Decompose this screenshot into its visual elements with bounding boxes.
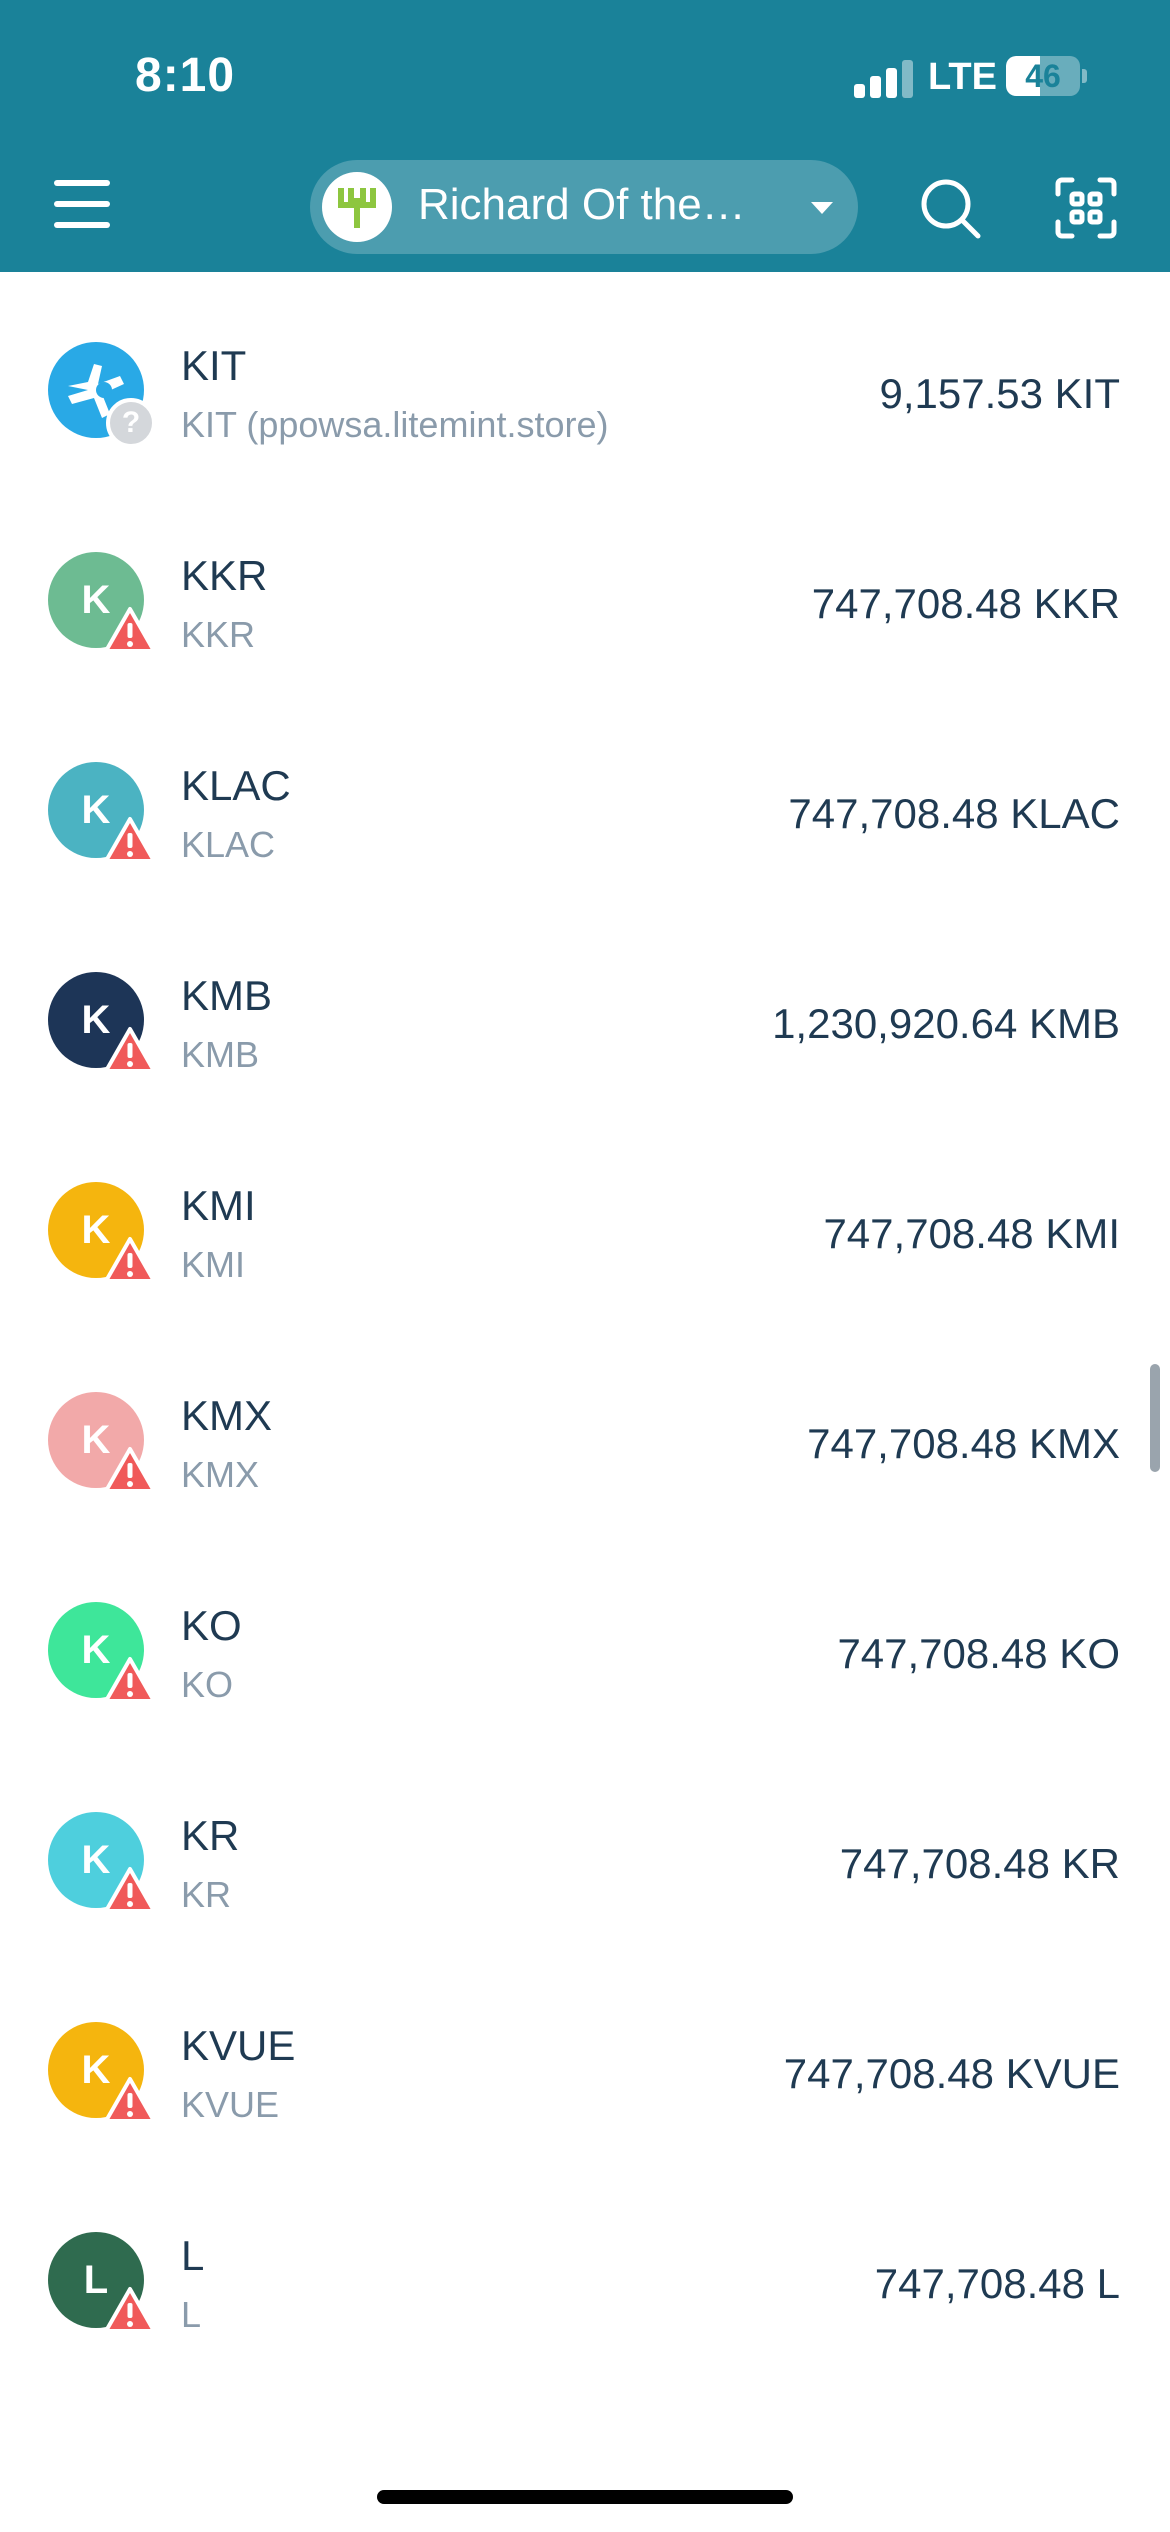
asset-balance: 1,230,920.64 KMB xyxy=(772,1000,1120,1047)
asset-balance: 747,708.48 KMI xyxy=(823,1210,1120,1257)
account-selector[interactable]: Richard Of the… xyxy=(310,160,858,254)
asset-row[interactable]: K KMX KMX 747,708.48 KMX xyxy=(0,1354,1170,1564)
asset-name: KIT xyxy=(181,342,247,389)
warning-icon xyxy=(104,1656,156,1704)
scrollbar[interactable] xyxy=(1150,1364,1160,1472)
asset-name: KMI xyxy=(181,1182,256,1229)
warning-icon xyxy=(104,1866,156,1914)
asset-name: KKR xyxy=(181,552,268,599)
warning-icon xyxy=(104,2076,156,2124)
status-time: 8:10 xyxy=(135,49,236,102)
asset-name: KR xyxy=(181,1812,240,1859)
asset-balance: 747,708.48 KR xyxy=(839,1840,1120,1887)
account-name: Richard Of the… xyxy=(418,180,746,229)
unknown-asset-icon: ? xyxy=(106,398,156,448)
asset-issuer: KKR xyxy=(181,614,256,655)
asset-row[interactable]: K KMB KMB 1,230,920.64 KMB xyxy=(0,934,1170,1144)
asset-name: KO xyxy=(181,1602,242,1649)
asset-issuer: KMI xyxy=(181,1244,246,1285)
warning-icon xyxy=(104,816,156,864)
search-icon[interactable] xyxy=(918,176,982,240)
asset-balance: 747,708.48 L xyxy=(874,2260,1120,2307)
asset-row[interactable]: K KLAC KLAC 747,708.48 KLAC xyxy=(0,724,1170,934)
warning-icon xyxy=(104,2286,156,2334)
chevron-down-icon xyxy=(811,202,833,214)
asset-balance: 747,708.48 KO xyxy=(837,1630,1120,1677)
warning-icon xyxy=(104,1446,156,1494)
asset-row[interactable]: K KVUE KVUE 747,708.48 KVUE xyxy=(0,1984,1170,2194)
warning-icon xyxy=(104,606,156,654)
account-avatar xyxy=(322,172,392,242)
asset-name: KVUE xyxy=(181,2022,296,2069)
asset-row[interactable]: K KMI KMI 747,708.48 KMI xyxy=(0,1144,1170,1354)
asset-balance: 747,708.48 KLAC xyxy=(788,790,1120,837)
asset-row[interactable]: ? KIT KIT (ppowsa.litemint.store) 9,157.53 … xyxy=(0,304,1170,514)
qr-scan-icon[interactable] xyxy=(1054,176,1118,240)
tree-logo-icon xyxy=(338,188,376,228)
asset-balance: 747,708.48 KKR xyxy=(811,580,1120,627)
warning-icon xyxy=(104,1026,156,1074)
asset-issuer: KVUE xyxy=(181,2084,280,2125)
warning-icon xyxy=(104,1236,156,1284)
asset-issuer: L xyxy=(181,2294,202,2335)
asset-balance: 747,708.48 KVUE xyxy=(783,2050,1120,2097)
asset-issuer: KR xyxy=(181,1874,232,1915)
battery-icon: 46 xyxy=(1006,56,1087,96)
app-header: 8:10 LTE 46 Richard Of the… xyxy=(0,0,1170,272)
asset-issuer: KIT (ppowsa.litemint.store) xyxy=(181,404,609,445)
asset-issuer: KMB xyxy=(181,1034,260,1075)
asset-balance: 9,157.53 KIT xyxy=(879,370,1121,417)
home-indicator[interactable] xyxy=(377,2490,793,2504)
asset-issuer: KO xyxy=(181,1664,234,1705)
asset-name: L xyxy=(181,2232,205,2279)
asset-balance: 747,708.48 KMX xyxy=(807,1420,1120,1467)
cellular-signal-icon xyxy=(854,58,914,98)
asset-name: KMB xyxy=(181,972,273,1019)
hamburger-menu-icon[interactable] xyxy=(54,178,114,230)
asset-row[interactable]: K KO KO 747,708.48 KO xyxy=(0,1564,1170,1774)
asset-name: KMX xyxy=(181,1392,273,1439)
asset-name: KLAC xyxy=(181,762,291,809)
network-type: LTE xyxy=(928,56,997,98)
asset-row[interactable]: L L L 747,708.48 L xyxy=(0,2194,1170,2404)
asset-row[interactable]: K KR KR 747,708.48 KR xyxy=(0,1774,1170,1984)
asset-row[interactable]: K KKR KKR 747,708.48 KKR xyxy=(0,514,1170,724)
asset-issuer: KLAC xyxy=(181,824,276,865)
battery-level: 46 xyxy=(1025,58,1061,94)
asset-issuer: KMX xyxy=(181,1454,260,1495)
